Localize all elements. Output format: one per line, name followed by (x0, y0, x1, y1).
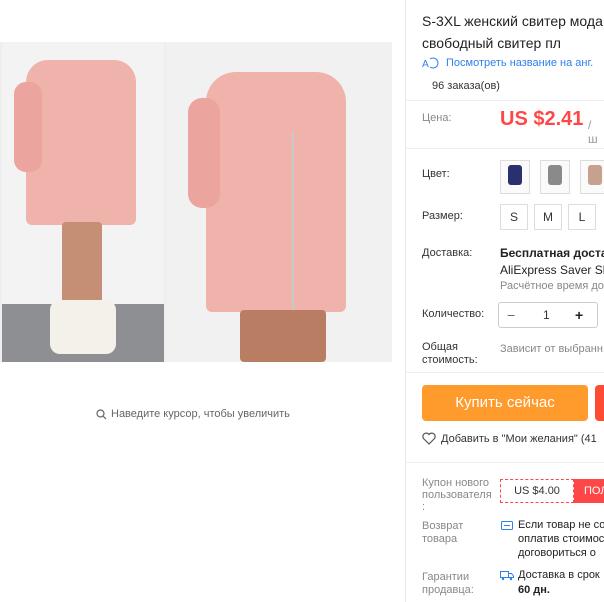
shipping-label: Доставка: (422, 247, 473, 259)
buy-now-button[interactable]: Купить сейчас (422, 385, 588, 421)
separator (406, 372, 604, 373)
quantity-stepper: − 1 + (498, 302, 598, 328)
total-label-line1: Общая (422, 341, 458, 353)
legs-left (62, 222, 102, 312)
total-value: Зависит от выбранн (500, 343, 603, 355)
truck-icon (500, 571, 514, 581)
wishlist-button[interactable]: Добавить в "Мои желания" (41 (422, 432, 597, 445)
guarantee-label-line1: Гарантии (422, 571, 470, 583)
coupon-label-line3: : (422, 501, 426, 513)
sweater-shape-right (206, 72, 346, 312)
size-option-l[interactable]: L (568, 204, 596, 230)
boots-left (50, 300, 116, 354)
sweater-shape-left (26, 60, 136, 225)
column-divider (405, 0, 406, 602)
product-title-text: S-3XL женский свитер мода серый свободны… (422, 13, 604, 51)
translate-icon: A (422, 57, 439, 69)
shipping-method[interactable]: AliExpress Saver Sh (500, 263, 604, 277)
zoom-hint: Наведите курсор, чтобы увеличить (96, 408, 290, 420)
shipping-title: Бесплатная достав (500, 246, 604, 260)
size-option-m[interactable]: M (534, 204, 562, 230)
magnifier-icon (96, 408, 107, 419)
svg-text:A: A (422, 59, 429, 69)
swatch-figure (588, 165, 602, 185)
color-label: Цвет: (422, 168, 450, 180)
coupon-label-line2: пользователя (422, 489, 492, 501)
translate-link[interactable]: A Посмотреть название на анг. (422, 57, 593, 69)
add-to-cart-button[interactable] (595, 385, 604, 421)
price-value: US $2.41 (500, 108, 584, 130)
shipping-time: Расчётное время до (500, 280, 604, 292)
coupon-get-button[interactable]: ПОЛ (574, 479, 604, 503)
color-swatch-beige[interactable] (580, 160, 604, 194)
returns-text-line3: договориться о (518, 547, 596, 559)
legs-right (240, 310, 326, 362)
swatch-figure (548, 165, 562, 185)
translate-link-text: Посмотреть название на анг. (446, 57, 594, 69)
zipper-line (292, 132, 294, 312)
returns-label-line1: Возврат (422, 520, 464, 532)
heart-icon (422, 432, 436, 445)
returns-label-line2: товара (422, 533, 458, 545)
returns-text-line2: оплатив стоимос (518, 533, 604, 545)
orders-count-text: 96 заказа(ов) (432, 80, 500, 92)
quantity-increase-button[interactable]: + (575, 303, 583, 327)
guarantee-label-line2: продавца: (422, 584, 474, 596)
product-title: S-3XL женский свитер мода серый свободны… (422, 10, 604, 54)
separator (406, 100, 604, 101)
return-icon (501, 521, 513, 530)
guarantee-text-line1: Доставка в срок (518, 569, 600, 581)
coupon-value: US $4.00 (500, 479, 574, 503)
product-image[interactable] (0, 42, 392, 362)
quantity-decrease-button[interactable]: − (507, 303, 515, 327)
size-option-s[interactable]: S (500, 204, 528, 230)
zoom-hint-text: Наведите курсор, чтобы увеличить (111, 408, 290, 420)
size-label: Размер: (422, 210, 463, 222)
color-swatch-gray[interactable] (540, 160, 570, 194)
sweater-sleeve-left (14, 82, 42, 172)
color-swatch-navy[interactable] (500, 160, 530, 194)
price-label: Цена: (422, 112, 452, 124)
total-label-line2: стоимость: (422, 354, 478, 366)
returns-text-line1: Если товар не со (518, 519, 604, 531)
coupon-label-line1: Купон нового (422, 477, 490, 489)
sweater-sleeve-right (188, 98, 220, 208)
separator (406, 462, 604, 463)
wishlist-text: Добавить в "Мои желания" (41 (441, 432, 597, 445)
orders-count: 96 заказа(ов) (422, 80, 500, 92)
guarantee-text-line2: 60 дн. (518, 584, 550, 596)
swatch-figure (508, 165, 522, 185)
quantity-label: Количество: (422, 308, 485, 320)
price-unit: / ш (588, 118, 598, 146)
quantity-input[interactable]: 1 (543, 303, 550, 327)
separator (406, 148, 604, 149)
